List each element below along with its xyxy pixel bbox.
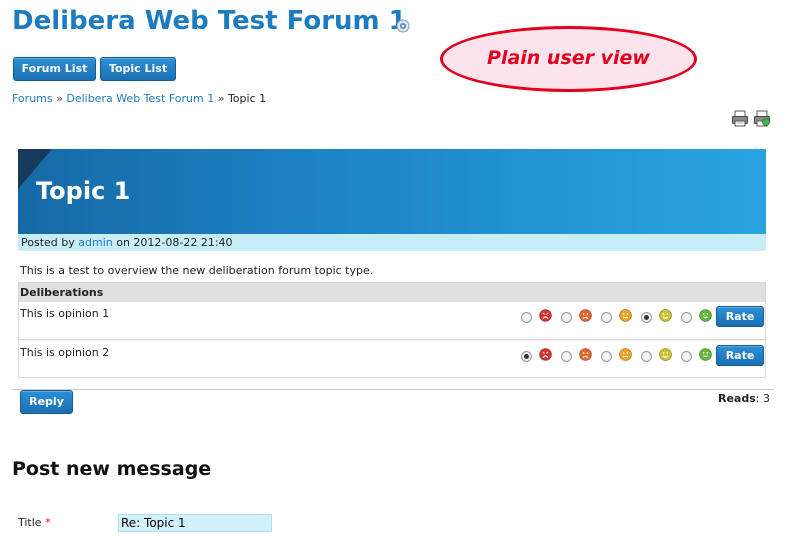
title-label-text: Title xyxy=(18,516,42,529)
breadcrumb-forum[interactable]: Delibera Web Test Forum 1 xyxy=(66,92,214,105)
topic-title: Topic 1 xyxy=(36,177,131,205)
opinion-row: This is opinion 2 Rate xyxy=(19,340,765,378)
rating-radio[interactable] xyxy=(641,312,652,323)
reads-value: : 3 xyxy=(755,392,770,405)
rating-radio[interactable] xyxy=(561,312,572,323)
print-icon[interactable] xyxy=(731,109,749,127)
rate-button[interactable]: Rate xyxy=(716,306,764,327)
rating-group: Rate xyxy=(521,345,764,367)
posted-prefix: Posted by xyxy=(21,236,75,249)
topic-body: This is a test to overview the new delib… xyxy=(20,264,374,277)
annotation-text: Plain user view xyxy=(487,47,650,69)
very-unhappy-face-icon xyxy=(539,307,552,322)
thread-separator xyxy=(12,389,774,390)
breadcrumb-separator: » xyxy=(217,92,225,105)
rating-radio[interactable] xyxy=(561,351,572,362)
opinion-text: This is opinion 1 xyxy=(20,307,110,320)
breadcrumb-forums[interactable]: Forums xyxy=(12,92,53,105)
required-marker: * xyxy=(45,516,51,529)
rating-radio[interactable] xyxy=(521,312,532,323)
topic-banner: Topic 1 xyxy=(18,149,766,234)
very-unhappy-face-icon xyxy=(539,346,552,361)
rating-group: Rate xyxy=(521,306,764,328)
rating-radio[interactable] xyxy=(681,312,692,323)
rating-radio[interactable] xyxy=(601,351,612,362)
topic-list-button[interactable]: Topic List xyxy=(100,57,176,81)
very-happy-face-icon xyxy=(699,346,712,361)
breadcrumb-current: Topic 1 xyxy=(227,92,267,105)
title-field-label: Title * xyxy=(18,516,51,529)
very-happy-face-icon xyxy=(699,307,712,322)
breadcrumb: Forums » Delibera Web Test Forum 1 » Top… xyxy=(12,92,266,105)
breadcrumb-separator: » xyxy=(56,92,63,105)
unhappy-face-icon xyxy=(579,307,592,322)
deliberations-table: Deliberations This is opinion 1 Rate Thi… xyxy=(18,282,766,378)
rating-radio[interactable] xyxy=(601,312,612,323)
print-preview-icon[interactable] xyxy=(753,109,771,127)
neutral-face-icon xyxy=(619,307,632,322)
reads-label: Reads xyxy=(718,392,756,405)
unhappy-face-icon xyxy=(579,346,592,361)
rating-radio[interactable] xyxy=(641,351,652,362)
happy-face-icon xyxy=(659,346,672,361)
happy-face-icon xyxy=(659,307,672,322)
posted-info: Posted by admin on 2012-08-22 21:40 xyxy=(18,234,766,251)
rating-radio[interactable] xyxy=(521,351,532,362)
author-link[interactable]: admin xyxy=(78,236,112,249)
opinion-row: This is opinion 1 Rate xyxy=(19,302,765,340)
page-title: Delibera Web Test Forum 1 xyxy=(12,6,407,36)
rate-button[interactable]: Rate xyxy=(716,345,764,366)
forum-list-button[interactable]: Forum List xyxy=(13,57,96,81)
rss-feed-icon[interactable] xyxy=(396,19,410,33)
reply-button[interactable]: Reply xyxy=(20,390,73,414)
opinion-text: This is opinion 2 xyxy=(20,346,110,359)
rating-radio[interactable] xyxy=(681,351,692,362)
deliberations-header: Deliberations xyxy=(19,283,765,302)
post-message-heading: Post new message xyxy=(12,458,212,480)
posted-date: on 2012-08-22 21:40 xyxy=(116,236,233,249)
title-input[interactable] xyxy=(118,514,272,532)
neutral-face-icon xyxy=(619,346,632,361)
reads-count: Reads: 3 xyxy=(718,392,770,405)
